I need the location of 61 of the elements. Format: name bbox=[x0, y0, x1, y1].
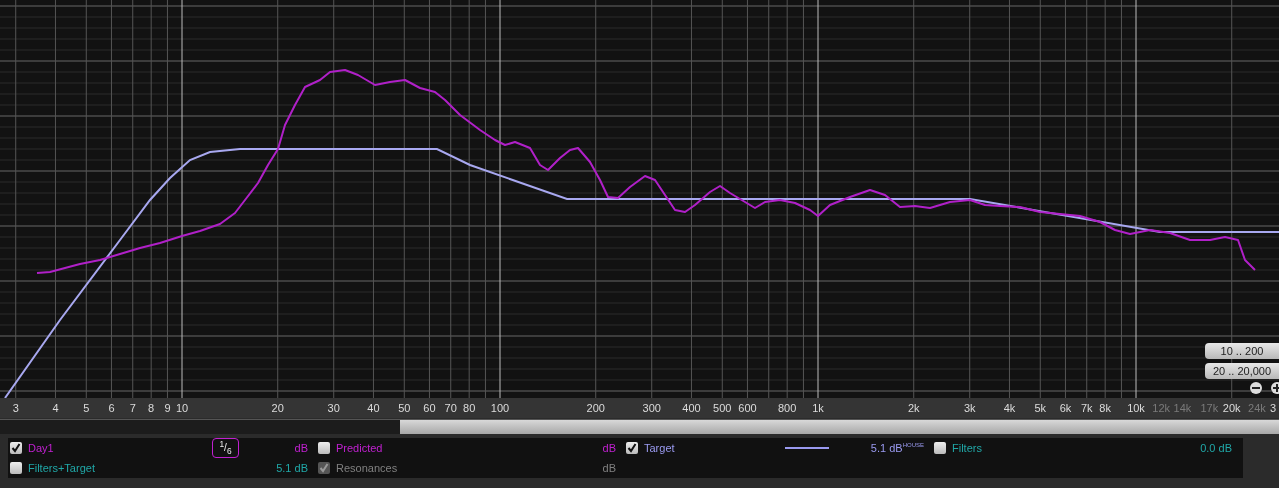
axis-label: 8k bbox=[1099, 402, 1111, 414]
axis-label: 6k bbox=[1059, 402, 1072, 414]
legend-label: Resonances bbox=[336, 462, 399, 474]
axis-label: 9 bbox=[164, 402, 171, 414]
axis-label: 7 bbox=[129, 402, 136, 414]
axis-label: 500 bbox=[713, 402, 732, 414]
zoom-out-icon[interactable] bbox=[1249, 381, 1263, 395]
axis-label: 24k bbox=[1248, 402, 1266, 414]
legend-value: 0.0 dB bbox=[1200, 442, 1232, 454]
axis-label: 3k bbox=[963, 402, 976, 414]
axis-label: 10k bbox=[1127, 402, 1145, 414]
range-button[interactable]: 20 .. 20,000 bbox=[1205, 363, 1279, 379]
axis-label: 7k bbox=[1080, 402, 1093, 414]
legend-value: 5.1 dB bbox=[276, 462, 308, 474]
axis-label: 300 bbox=[642, 402, 661, 414]
legend-label: Predicted bbox=[336, 442, 384, 454]
axis-label: 30 bbox=[327, 402, 340, 414]
axis-label: 40 bbox=[367, 402, 380, 414]
legend-value: dB bbox=[602, 462, 616, 474]
axis-label: 400 bbox=[682, 402, 701, 414]
axis-label: 100 bbox=[490, 402, 510, 414]
legend-value: dB bbox=[602, 442, 616, 454]
axis-label: 4 bbox=[52, 402, 59, 414]
scrollbar-thumb[interactable] bbox=[400, 420, 1279, 434]
axis-label: 20k bbox=[1222, 402, 1241, 414]
checkbox[interactable] bbox=[318, 442, 330, 454]
checkbox[interactable] bbox=[10, 442, 22, 454]
axis-label: 10 bbox=[175, 402, 189, 414]
legend-label: Day1 bbox=[28, 442, 55, 454]
axis-label: 600 bbox=[738, 402, 757, 414]
checkbox[interactable] bbox=[934, 442, 946, 454]
axis-label: 60 bbox=[423, 402, 436, 414]
range-button[interactable]: 10 .. 200 bbox=[1205, 343, 1279, 359]
scrollbar-track[interactable] bbox=[0, 419, 1279, 434]
axis-label: 4k bbox=[1003, 402, 1016, 414]
axis-label: 3 bbox=[1270, 402, 1277, 414]
checkbox[interactable] bbox=[10, 462, 22, 474]
axis-label: 800 bbox=[778, 402, 797, 414]
axis-label: 1k bbox=[812, 402, 824, 414]
legend-label: Target bbox=[644, 442, 676, 454]
legend-label: Filters+Target bbox=[28, 462, 96, 474]
legend-label: Filters bbox=[952, 442, 983, 454]
axis-label: 20 bbox=[271, 402, 284, 414]
axis-label: 3 bbox=[12, 402, 19, 414]
axis-label: 2k bbox=[907, 402, 920, 414]
axis-label: 5 bbox=[83, 402, 90, 414]
axis-label: 50 bbox=[398, 402, 411, 414]
axis-label: 5k bbox=[1034, 402, 1047, 414]
axis-label: 6 bbox=[108, 402, 115, 414]
axis-label: 17k bbox=[1200, 402, 1219, 414]
legend-value: dB bbox=[294, 442, 308, 454]
axis-label: 14k bbox=[1173, 402, 1192, 414]
legend-value: 5.1 dB$^{HOUSE}$ bbox=[870, 442, 924, 454]
smoothing-badge[interactable]: $^{1}$/$_{6}$ bbox=[212, 438, 239, 458]
axis-label: 80 bbox=[463, 402, 476, 414]
axis-label: 70 bbox=[444, 402, 457, 414]
checkbox[interactable] bbox=[626, 442, 638, 454]
line-swatch bbox=[784, 447, 829, 449]
axis-label: 12k bbox=[1152, 402, 1171, 414]
axis-label: 8 bbox=[148, 402, 155, 414]
axis-label: 200 bbox=[586, 402, 605, 414]
